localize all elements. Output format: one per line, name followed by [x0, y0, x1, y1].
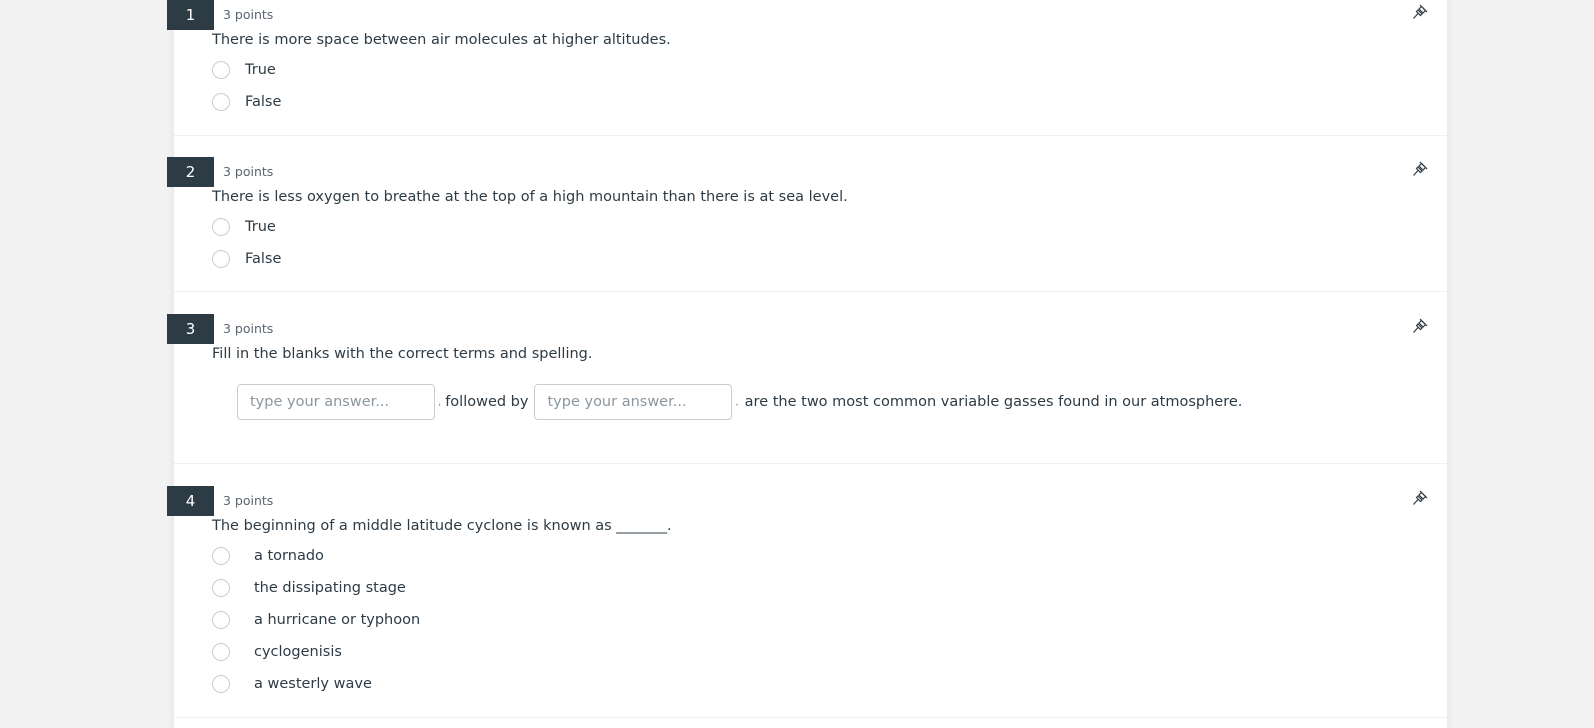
- quiz-page: 1 3 points There is more space between a…: [0, 0, 1594, 728]
- answer-option[interactable]: False: [212, 90, 281, 114]
- option-label: True: [245, 62, 276, 78]
- option-label: a hurricane or typhoon: [254, 612, 421, 628]
- answer-option[interactable]: True: [212, 215, 276, 239]
- radio-button[interactable]: [212, 93, 230, 111]
- question-text: There is more space between air molecule…: [212, 32, 671, 48]
- question-divider: [174, 463, 1447, 464]
- pin-icon[interactable]: [1410, 488, 1430, 508]
- question-points: 3 points: [223, 7, 274, 22]
- question-divider: [174, 135, 1447, 136]
- suffix-text: are the two most common variable gasses …: [744, 394, 1243, 410]
- question-number-badge: 1: [167, 0, 214, 30]
- question-divider: [174, 291, 1447, 292]
- option-label: False: [245, 251, 282, 267]
- radio-button[interactable]: [212, 675, 230, 693]
- pin-icon[interactable]: [1410, 2, 1430, 22]
- question-number-badge: 3: [167, 314, 214, 344]
- answer-option[interactable]: False: [212, 247, 281, 271]
- question-number-badge: 4: [167, 486, 214, 516]
- answer-option[interactable]: a hurricane or typhoon: [212, 608, 420, 632]
- option-label: cyclogenisis: [254, 644, 342, 660]
- fill-in-blank-sentence: , followed by , are the two most common …: [237, 384, 1242, 420]
- question-number-badge: 2: [167, 157, 214, 187]
- question-text: The beginning of a middle latitude cyclo…: [212, 518, 672, 534]
- option-label: False: [245, 94, 282, 110]
- radio-button[interactable]: [212, 643, 230, 661]
- option-label: True: [245, 219, 276, 235]
- radio-button[interactable]: [212, 218, 230, 236]
- answer-option[interactable]: True: [212, 58, 276, 82]
- connector-text: followed by: [445, 394, 529, 410]
- question-divider: [174, 717, 1447, 718]
- comma: ,: [735, 396, 739, 408]
- blank-answer-input-1[interactable]: [237, 384, 435, 420]
- radio-button[interactable]: [212, 61, 230, 79]
- question-points: 3 points: [223, 321, 274, 336]
- blank-answer-input-2[interactable]: [534, 384, 733, 420]
- answer-option[interactable]: cyclogenisis: [212, 640, 342, 664]
- radio-button[interactable]: [212, 547, 230, 565]
- question-points: 3 points: [223, 493, 274, 508]
- option-label: the dissipating stage: [254, 580, 406, 596]
- answer-option[interactable]: a westerly wave: [212, 672, 372, 696]
- pin-icon[interactable]: [1410, 159, 1430, 179]
- comma: ,: [438, 396, 442, 408]
- question-points: 3 points: [223, 164, 274, 179]
- radio-button[interactable]: [212, 611, 230, 629]
- radio-button[interactable]: [212, 250, 230, 268]
- answer-option[interactable]: the dissipating stage: [212, 576, 406, 600]
- option-label: a westerly wave: [254, 676, 372, 692]
- radio-button[interactable]: [212, 579, 230, 597]
- option-label: a tornado: [254, 548, 324, 564]
- pin-icon[interactable]: [1410, 316, 1430, 336]
- question-text: There is less oxygen to breathe at the t…: [212, 189, 848, 205]
- question-text: Fill in the blanks with the correct term…: [212, 346, 593, 362]
- answer-option[interactable]: a tornado: [212, 544, 324, 568]
